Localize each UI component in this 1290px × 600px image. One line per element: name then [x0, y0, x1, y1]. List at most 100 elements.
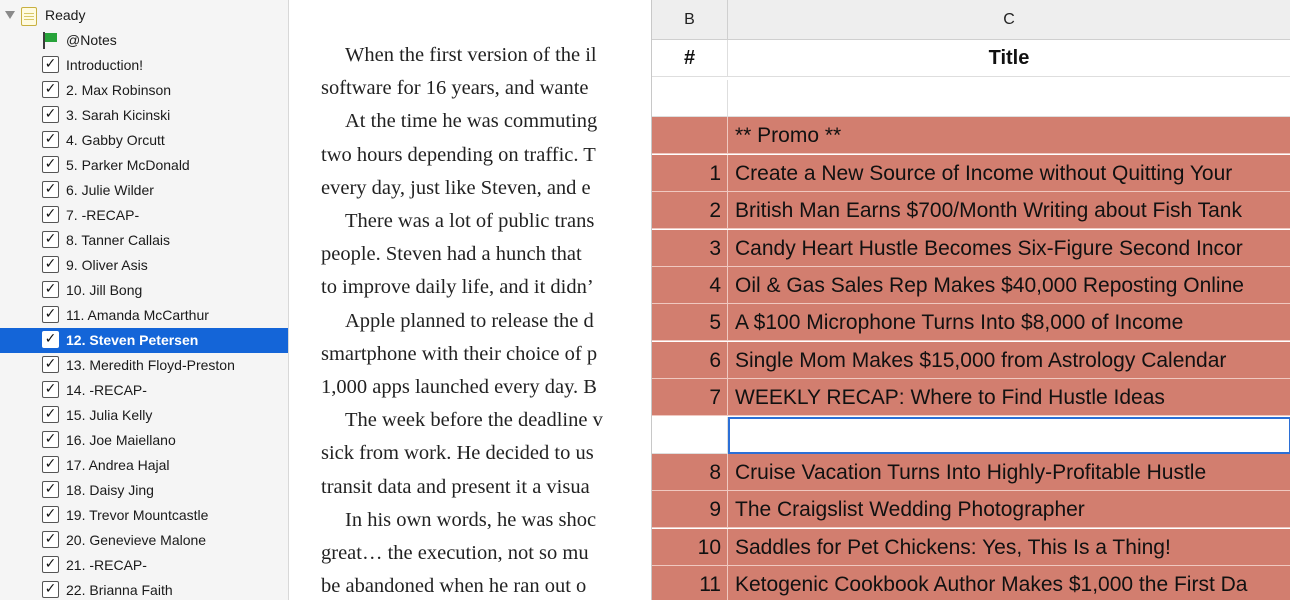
- checkbox-icon[interactable]: ✓: [42, 406, 59, 423]
- cell-title[interactable]: Ketogenic Cookbook Author Makes $1,000 t…: [728, 566, 1290, 600]
- column-header-b[interactable]: B: [652, 0, 728, 40]
- binder-item[interactable]: ✓ 13. Meredith Floyd-Preston: [0, 353, 288, 378]
- checkbox-icon[interactable]: ✓: [42, 181, 59, 198]
- binder-item[interactable]: ✓ 8. Tanner Callais: [0, 228, 288, 253]
- binder-item[interactable]: ✓ 21. -RECAP-: [0, 553, 288, 578]
- binder-item[interactable]: ✓ 18. Daisy Jing: [0, 478, 288, 503]
- cell-title[interactable]: A $100 Microphone Turns Into $8,000 of I…: [728, 304, 1290, 342]
- binder-item[interactable]: ✓ 22. Brianna Faith: [0, 578, 288, 600]
- binder-item[interactable]: ✓ 5. Parker McDonald: [0, 153, 288, 178]
- binder-item[interactable]: ✓ Introduction!: [0, 53, 288, 78]
- header-cell-number[interactable]: #: [652, 40, 728, 77]
- cell-number[interactable]: 2: [652, 192, 728, 230]
- cell-number[interactable]: 6: [652, 341, 728, 379]
- binder-item-label: 22. Brianna Faith: [66, 582, 173, 598]
- checkbox-icon[interactable]: ✓: [42, 156, 59, 173]
- checkbox-icon[interactable]: ✓: [42, 56, 59, 73]
- binder-item[interactable]: ✓ 12. Steven Petersen: [0, 328, 288, 353]
- binder-item[interactable]: ✓ 11. Amanda McCarthur: [0, 303, 288, 328]
- binder-item-label: 13. Meredith Floyd-Preston: [66, 357, 235, 373]
- cell-title[interactable]: WEEKLY RECAP: Where to Find Hustle Ideas: [728, 379, 1290, 417]
- cell-number[interactable]: 5: [652, 304, 728, 342]
- checkbox-icon[interactable]: ✓: [42, 581, 59, 598]
- cell-number[interactable]: 7: [652, 379, 728, 417]
- active-cell-selection[interactable]: [728, 416, 1290, 454]
- checkbox-icon[interactable]: ✓: [42, 506, 59, 523]
- checkbox-icon[interactable]: ✓: [42, 106, 59, 123]
- cell-title[interactable]: The Craigslist Wedding Photographer: [728, 491, 1290, 529]
- checkbox-icon[interactable]: ✓: [42, 456, 59, 473]
- checkbox-icon[interactable]: ✓: [42, 431, 59, 448]
- binder-item-label: 16. Joe Maiellano: [66, 432, 176, 448]
- table-row: 6 Single Mom Makes $15,000 from Astrology…: [652, 341, 1290, 379]
- binder-item[interactable]: ✓ 2. Max Robinson: [0, 78, 288, 103]
- binder-item[interactable]: ✓ 4. Gabby Orcutt: [0, 128, 288, 153]
- document-text-line: smartphone with their choice of p: [321, 342, 598, 365]
- checkbox-icon[interactable]: ✓: [42, 206, 59, 223]
- binder-item-notes[interactable]: @Notes: [0, 28, 288, 53]
- cell-number[interactable]: 9: [652, 491, 728, 529]
- cell-title[interactable]: Cruise Vacation Turns Into Highly-Profit…: [728, 454, 1290, 491]
- document-text-line: software for 16 years, and wante: [321, 77, 589, 100]
- document-editor[interactable]: When the first version of the il software…: [289, 0, 651, 600]
- cell-number[interactable]: 8: [652, 454, 728, 491]
- document-text-line: Apple planned to release the d: [345, 309, 594, 332]
- cell-number[interactable]: [652, 416, 728, 454]
- cell-title[interactable]: Saddles for Pet Chickens: Yes, This Is a…: [728, 528, 1290, 566]
- cell-title[interactable]: Oil & Gas Sales Rep Makes $40,000 Repost…: [728, 267, 1290, 304]
- document-text-line: to improve daily life, and it didn’: [321, 276, 594, 299]
- binder-item[interactable]: ✓ 19. Trevor Mountcastle: [0, 503, 288, 528]
- binder-item[interactable]: ✓ 9. Oliver Asis: [0, 253, 288, 278]
- document-text-line: There was a lot of public trans: [345, 210, 595, 232]
- cell-number[interactable]: 11: [652, 566, 728, 600]
- binder-item-label: 5. Parker McDonald: [66, 157, 190, 173]
- binder-item[interactable]: ✓ 6. Julie Wilder: [0, 178, 288, 203]
- checkbox-icon[interactable]: ✓: [42, 81, 59, 98]
- disclosure-triangle-icon[interactable]: [5, 11, 15, 19]
- checkbox-icon[interactable]: ✓: [42, 356, 59, 373]
- binder-item[interactable]: ✓ 15. Julia Kelly: [0, 403, 288, 428]
- document-text-line: people. Steven had a hunch that: [321, 243, 582, 266]
- binder-item[interactable]: ✓ 17. Andrea Hajal: [0, 453, 288, 478]
- column-header-c[interactable]: C: [728, 0, 1290, 40]
- document-text-line: every day, just like Steven, and e: [321, 176, 591, 199]
- checkbox-icon[interactable]: ✓: [42, 331, 59, 348]
- checkbox-icon[interactable]: ✓: [42, 131, 59, 148]
- table-row: 5A $100 Microphone Turns Into $8,000 of …: [652, 304, 1290, 342]
- cell-title[interactable]: British Man Earns $700/Month Writing abo…: [728, 192, 1290, 230]
- binder-root-ready[interactable]: Ready: [0, 3, 288, 28]
- document-text-line: The week before the deadline v: [345, 409, 603, 432]
- binder-item[interactable]: ✓ 16. Joe Maiellano: [0, 428, 288, 453]
- checkbox-icon[interactable]: ✓: [42, 256, 59, 273]
- binder-item[interactable]: ✓ 10. Jill Bong: [0, 278, 288, 303]
- cell-number[interactable]: 3: [652, 229, 728, 267]
- cell-title[interactable]: [728, 80, 1290, 117]
- cell-number[interactable]: [652, 117, 728, 155]
- checkbox-icon[interactable]: ✓: [42, 556, 59, 573]
- binder-item[interactable]: ✓ 7. -RECAP-: [0, 203, 288, 228]
- cell-number[interactable]: 4: [652, 267, 728, 304]
- header-cell-title[interactable]: Title: [728, 40, 1290, 77]
- cell-title[interactable]: Single Mom Makes $15,000 from Astrology …: [728, 341, 1290, 379]
- binder-item[interactable]: ✓ 20. Genevieve Malone: [0, 528, 288, 553]
- checkbox-icon[interactable]: ✓: [42, 281, 59, 298]
- checkbox-icon[interactable]: ✓: [42, 381, 59, 398]
- checkbox-icon[interactable]: ✓: [42, 306, 59, 323]
- binder-item-label: 9. Oliver Asis: [66, 257, 148, 273]
- table-row: 10 Saddles for Pet Chickens: Yes, This Is…: [652, 528, 1290, 566]
- cell-number[interactable]: 10: [652, 528, 728, 566]
- document-text-line: When the first version of the il: [345, 44, 597, 66]
- cell-title[interactable]: Create a New Source of Income without Qu…: [728, 154, 1290, 192]
- checkbox-icon[interactable]: ✓: [42, 531, 59, 548]
- cell-number[interactable]: 1: [652, 154, 728, 192]
- cell-title[interactable]: ** Promo **: [728, 117, 1290, 155]
- binder-item-label: 14. -RECAP-: [66, 382, 147, 398]
- binder-item[interactable]: ✓ 3. Sarah Kicinski: [0, 103, 288, 128]
- binder-item[interactable]: ✓ 14. -RECAP-: [0, 378, 288, 403]
- checkbox-icon[interactable]: ✓: [42, 231, 59, 248]
- cell-number[interactable]: [652, 80, 728, 117]
- binder-item-label: 3. Sarah Kicinski: [66, 107, 171, 123]
- cell-title[interactable]: Candy Heart Hustle Becomes Six-Figure Se…: [728, 229, 1290, 267]
- table-row: [652, 80, 1290, 117]
- checkbox-icon[interactable]: ✓: [42, 481, 59, 498]
